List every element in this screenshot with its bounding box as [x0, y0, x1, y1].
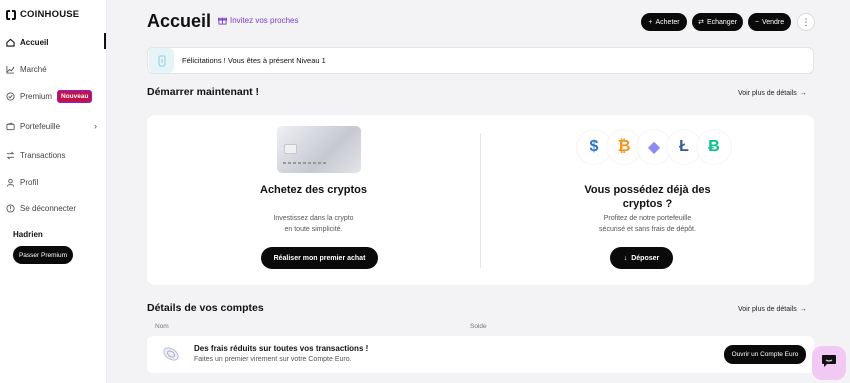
buy-crypto-title: Achetez des cryptos [260, 184, 367, 196]
accounts-more-link[interactable]: Voir plus de détails → [738, 306, 807, 313]
plus-icon: + [648, 18, 653, 26]
deposit-title-2: cryptos ? [622, 198, 673, 210]
usdc-coin-icon: $ [577, 130, 611, 164]
arrow-right-icon: → [799, 306, 807, 313]
arrow-down-icon: ↓ [623, 254, 628, 262]
sidebar-item-premium[interactable]: Premium Nouveau [6, 89, 93, 103]
wallet-icon [6, 121, 15, 131]
litecoin-coin-icon: Ł [667, 130, 701, 164]
first-purchase-button[interactable]: Réaliser mon premier achat [261, 247, 378, 269]
sidebar-item-label: Transactions [20, 150, 66, 160]
more-options-button[interactable]: ⋮ [797, 13, 815, 31]
promo-title: Des frais réduits sur toutes vos transac… [194, 344, 369, 353]
more-link-label: Voir plus de détails [738, 306, 797, 313]
open-euro-account-button[interactable]: Ouvrir un Compte Euro [724, 345, 806, 364]
invite-link[interactable]: Invitez vos proches [218, 16, 298, 25]
sidebar-item-label: Se déconnecter [20, 203, 77, 213]
chat-icon [821, 354, 837, 373]
more-link-label: Voir plus de détails [738, 90, 797, 97]
deposit-button[interactable]: ↓ Déposer [610, 247, 673, 269]
sidebar: COINHOUSE Accueil Marché Premium Nouveau… [0, 0, 107, 383]
coin-icons: $ ₿ ◆ Ł Ƀ [577, 130, 731, 164]
notice-text: Félicitations ! Vous êtes à présent Nive… [182, 56, 326, 65]
euro-account-promo: Des frais réduits sur toutes vos transac… [147, 336, 814, 373]
column-header-name: Nom [155, 323, 169, 330]
chart-icon [6, 65, 15, 74]
logout-icon [6, 203, 15, 213]
sidebar-item-label: Profil [20, 177, 39, 187]
column-header-balance: Solde [470, 323, 487, 330]
bitcoin-coin-icon: ₿ [607, 130, 641, 164]
arrow-right-icon: → [799, 90, 807, 97]
sidebar-item-marche[interactable]: Marché [6, 63, 47, 75]
transfer-icon [6, 151, 15, 160]
deposit-sub-1: Profitez de notre portefeuille [603, 215, 692, 222]
user-name: Hadrien [13, 230, 43, 239]
buy-crypto-sub-1: Investissez dans la crypto [273, 215, 354, 222]
page-title: Accueil [147, 11, 212, 31]
start-more-link[interactable]: Voir plus de détails → [738, 90, 807, 97]
logo-text: COINHOUSE [20, 9, 80, 20]
deposit-title-1: Vous possédez déjà des [584, 184, 711, 196]
deposit-sub-2: sécurisé et sans frais de dépôt. [599, 226, 696, 233]
chevron-right-icon[interactable]: › [94, 121, 97, 131]
chat-support-button[interactable] [812, 346, 846, 380]
active-indicator [104, 33, 106, 49]
sidebar-item-label: Portefeuille [20, 121, 61, 131]
home-icon [6, 38, 15, 47]
level-notice: Félicitations ! Vous êtes à présent Nive… [147, 47, 814, 74]
sidebar-item-portefeuille[interactable]: Portefeuille [6, 120, 60, 132]
sidebar-item-accueil[interactable]: Accueil [6, 36, 48, 48]
deposit-crypto-panel: $ ₿ ◆ Ł Ƀ Vous possédez déjà des cryptos… [481, 115, 814, 285]
sidebar-item-label: Premium [20, 91, 53, 101]
bitcoin-cash-coin-icon: Ƀ [697, 130, 731, 164]
promo-subtitle: Faites un premier virement sur votre Com… [194, 356, 352, 363]
ethereum-coin-icon: ◆ [637, 130, 671, 164]
buy-label: Acheter [655, 18, 680, 26]
exchange-button[interactable]: ⇄ Echanger [692, 13, 743, 31]
bank-card-image [277, 126, 361, 173]
sell-label: Vendre [761, 18, 785, 26]
level-icon [149, 48, 174, 73]
start-section-title: Démarrer maintenant ! [147, 86, 260, 98]
minus-icon: − [754, 18, 759, 26]
more-vertical-icon: ⋮ [801, 16, 811, 27]
logo-icon [6, 9, 16, 20]
buy-crypto-sub-2: en toute simplicité. [284, 226, 343, 233]
sidebar-item-profil[interactable]: Profil [6, 176, 38, 188]
deposit-label: Déposer [631, 254, 660, 262]
sidebar-item-label: Accueil [20, 37, 49, 47]
sidebar-item-transactions[interactable]: Transactions [6, 149, 66, 161]
coins-stack-icon [160, 343, 182, 365]
premium-icon [6, 91, 15, 101]
accounts-section-title: Détails de vos comptes [147, 302, 264, 314]
invite-label: Invitez vos proches [230, 16, 299, 25]
sidebar-item-label: Marché [20, 64, 47, 74]
start-card: Achetez des cryptos Investissez dans la … [147, 115, 814, 285]
new-badge: Nouveau [57, 89, 93, 103]
exchange-icon: ⇄ [698, 19, 704, 26]
sell-button[interactable]: − Vendre [748, 13, 791, 31]
buy-button[interactable]: + Acheter [641, 13, 687, 31]
coinhouse-logo[interactable]: COINHOUSE [6, 9, 79, 20]
user-icon [6, 178, 15, 187]
upgrade-premium-button[interactable]: Passer Premium [13, 246, 73, 264]
gift-icon [218, 16, 227, 25]
exchange-label: Echanger [706, 18, 737, 26]
buy-crypto-panel: Achetez des cryptos Investissez dans la … [147, 115, 480, 285]
sidebar-item-logout[interactable]: Se déconnecter [6, 202, 76, 214]
